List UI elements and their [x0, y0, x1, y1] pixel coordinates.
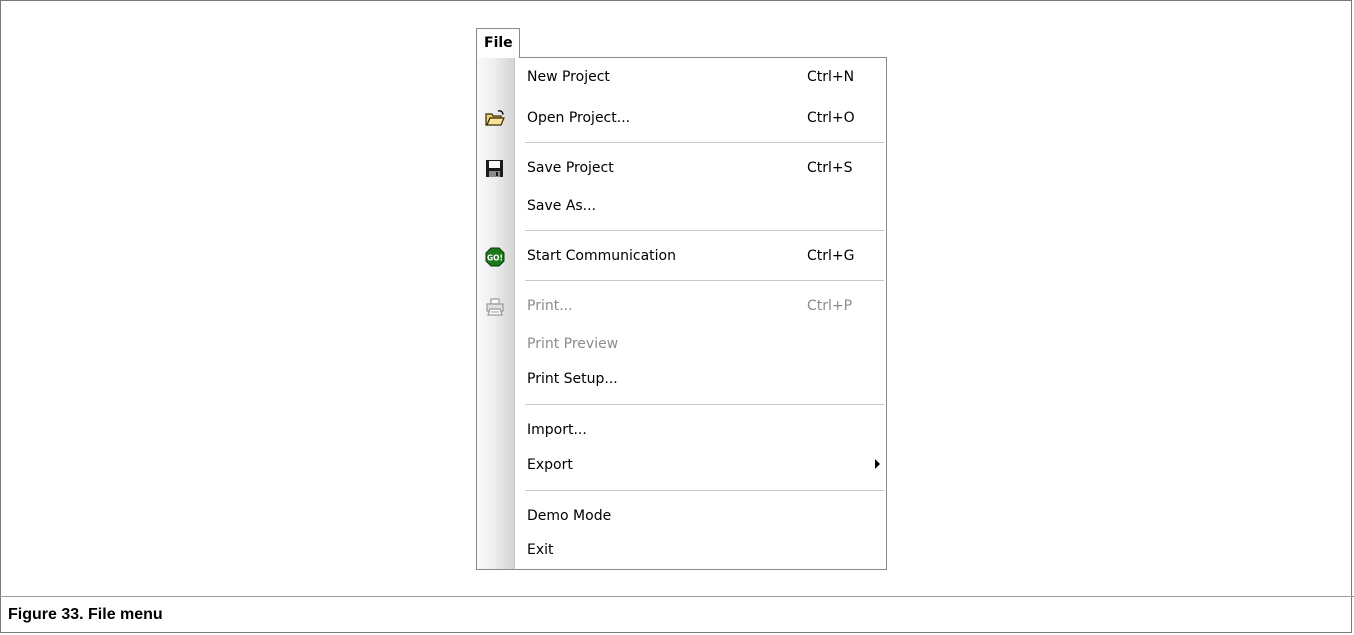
go-icon-text: GO!: [487, 254, 503, 263]
menu-item-save-project[interactable]: Save Project Ctrl+S: [477, 154, 886, 184]
file-menu-title[interactable]: File: [476, 28, 520, 58]
menu-item-import[interactable]: Import...: [477, 416, 886, 446]
menu-item-shortcut: Ctrl+O: [807, 110, 855, 126]
menu-item-start-communication[interactable]: GO! Start Communication Ctrl+G: [477, 242, 886, 272]
submenu-arrow-icon: [875, 459, 880, 469]
open-folder-icon: [484, 109, 506, 129]
menu-item-shortcut: Ctrl+S: [807, 160, 853, 176]
menu-item-label: Save Project: [527, 160, 614, 176]
menu-item-label: Print Setup...: [527, 371, 618, 387]
printer-icon: [484, 297, 506, 317]
menu-item-new-project[interactable]: New Project Ctrl+N: [477, 63, 886, 93]
menu-item-label: Open Project...: [527, 110, 631, 126]
caption-divider: [0, 596, 1354, 597]
menu-item-print-setup[interactable]: Print Setup...: [477, 365, 886, 395]
menu-item-export[interactable]: Export: [477, 451, 886, 481]
menu-item-open-project[interactable]: Open Project... Ctrl+O: [477, 104, 886, 134]
menu-item-shortcut: Ctrl+N: [807, 69, 855, 85]
menu-item-shortcut: Ctrl+P: [807, 298, 853, 314]
menu-item-shortcut: Ctrl+G: [807, 248, 855, 264]
menu-item-label: Exit: [527, 542, 554, 558]
file-menu-dropdown: New Project Ctrl+N Open Project... Ctrl+…: [476, 57, 887, 570]
menu-item-label: Print...: [527, 298, 573, 314]
menu-item-label: Import...: [527, 422, 587, 438]
menu-item-print: Print... Ctrl+P: [477, 292, 886, 322]
menu-separator: [525, 142, 884, 143]
menu-item-label: Save As...: [527, 198, 597, 214]
menu-item-exit[interactable]: Exit: [477, 536, 886, 566]
menu-separator: [525, 490, 884, 491]
menu-separator: [525, 404, 884, 405]
menu-item-label: Export: [527, 457, 573, 473]
menu-item-label: Print Preview: [527, 336, 619, 352]
menu-separator: [525, 230, 884, 231]
go-stop-sign-icon: GO!: [484, 247, 506, 267]
menu-item-print-preview: Print Preview: [477, 330, 886, 360]
menu-item-label: Start Communication: [527, 248, 676, 264]
floppy-disk-icon: [484, 159, 506, 179]
menu-item-label: New Project: [527, 69, 610, 85]
menu-item-save-as[interactable]: Save As...: [477, 192, 886, 222]
menu-item-label: Demo Mode: [527, 508, 612, 524]
figure-caption: Figure 33. File menu: [8, 606, 163, 623]
menu-item-demo-mode[interactable]: Demo Mode: [477, 502, 886, 532]
menu-separator: [525, 280, 884, 281]
